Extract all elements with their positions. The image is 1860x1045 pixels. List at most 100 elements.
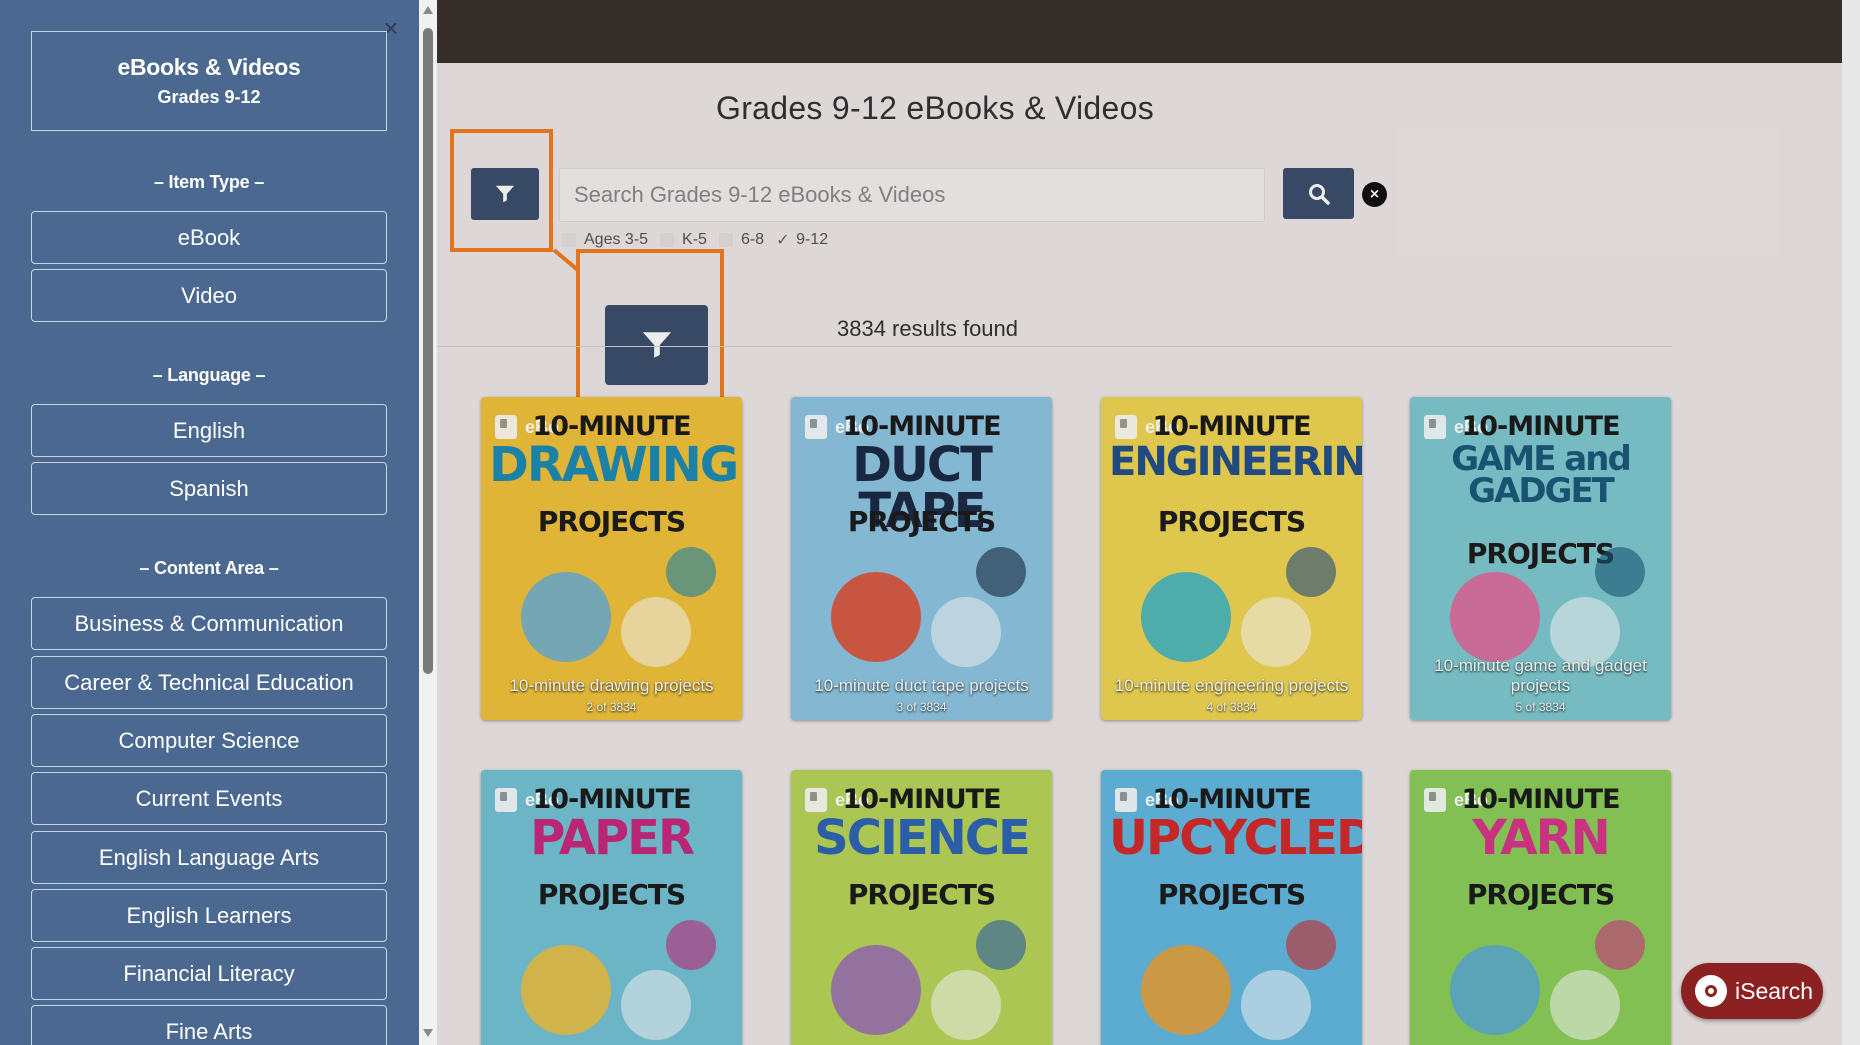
checkbox[interactable] xyxy=(660,233,675,247)
book-counter: 5 of 3834 xyxy=(1515,700,1566,714)
section-heading-item-type: – Item Type – xyxy=(153,172,265,192)
book-card[interactable]: eBo 10-MINUTE GAME and GADGET PROJECTS 10-mi… xyxy=(1410,397,1671,720)
book-title: 10-minute duct tape projects xyxy=(814,676,1029,695)
cover-art xyxy=(1141,572,1231,662)
cover-art xyxy=(521,945,611,1035)
filter-icon xyxy=(642,332,671,358)
sidebar-item-ebook[interactable]: eBook xyxy=(31,211,387,264)
cover-art xyxy=(1550,970,1620,1040)
book-title: 10-minute game and gadget projects xyxy=(1434,656,1647,695)
sidebar-item-computer-science[interactable]: Computer Science xyxy=(31,714,387,767)
cover-title: UPCYCLED xyxy=(1109,810,1362,866)
isearch-logo-icon xyxy=(1695,975,1727,1007)
page-title: Grades 9-12 eBooks & Videos xyxy=(716,90,1154,126)
book-card[interactable]: eBo10-MINUTEUPCYCLEDPROJECTS10-minute up… xyxy=(1101,770,1362,1045)
grade-filter-k-5[interactable]: K-5 xyxy=(660,231,707,249)
sidebar-item-current-events[interactable]: Current Events xyxy=(31,772,387,825)
book-card[interactable]: eBo10-MINUTESCIENCEPROJECTS10-minute sci… xyxy=(791,770,1052,1045)
book-card[interactable]: eBo10-MINUTEYARNPROJECTS10-minute yarn p… xyxy=(1410,770,1671,1045)
book-card[interactable]: eBo10-MINUTEPAPERPROJECTS10-minute paper… xyxy=(481,770,742,1045)
scrollbar-thumb[interactable] xyxy=(423,28,433,674)
cover-title: PAPER xyxy=(530,810,695,866)
sidebar-item-spanish[interactable]: Spanish xyxy=(31,462,387,515)
sidebar-item-fine-arts[interactable]: Fine Arts xyxy=(31,1005,387,1045)
cover-art xyxy=(1286,920,1336,970)
cover-art xyxy=(1241,970,1311,1040)
cover-art xyxy=(1450,572,1540,662)
sidebar-item-financial-literacy[interactable]: Financial Literacy xyxy=(31,947,387,1000)
grade-filter-6-8[interactable]: 6-8 xyxy=(718,231,765,249)
top-bar xyxy=(437,0,1842,63)
filter-button[interactable] xyxy=(471,168,539,220)
cover-art xyxy=(976,920,1026,970)
cover-art xyxy=(1450,945,1540,1035)
book-card[interactable]: eBo10-MINUTEENGINEERINGPROJECTS10-minute… xyxy=(1101,397,1362,720)
cover-art xyxy=(1141,945,1231,1035)
grade-filter-label: 6-8 xyxy=(740,231,765,248)
grade-filter-ages-3-5[interactable]: Ages 3-5 xyxy=(562,231,648,249)
grade-filter-label: Ages 3-5 xyxy=(584,231,649,248)
page-gutter xyxy=(1842,0,1860,1045)
checkmark-icon[interactable]: ✓ xyxy=(776,230,790,250)
filter-icon xyxy=(495,185,515,203)
grade-filter-9-12[interactable]: ✓ 9-12 xyxy=(776,230,828,250)
sidebar-subtitle: Grades 9-12 xyxy=(157,87,261,107)
filter-button-zoomed[interactable] xyxy=(605,305,708,385)
grade-filter-label: K-5 xyxy=(682,231,707,248)
cover-art xyxy=(831,572,921,662)
cover-art xyxy=(1241,597,1311,667)
sidebar-item-english[interactable]: English xyxy=(31,404,387,457)
sidebar-item-business-communication[interactable]: Business & Communication xyxy=(31,597,387,650)
sidebar-item-english-learners[interactable]: English Learners xyxy=(31,889,387,942)
divider xyxy=(437,346,1672,347)
checkbox[interactable] xyxy=(718,233,733,247)
checkbox[interactable] xyxy=(562,233,576,247)
cover-series: 10-MINUTE xyxy=(1461,411,1620,442)
cover-subtitle: PROJECTS xyxy=(537,505,686,538)
book-counter: 2 of 3834 xyxy=(586,700,637,714)
sidebar-item-video[interactable]: Video xyxy=(31,269,387,322)
close-circle-icon: × xyxy=(1369,185,1380,203)
sidebar-header[interactable]: eBooks & Videos Grades 9-12 xyxy=(31,31,387,131)
scroll-down-arrow-icon[interactable] xyxy=(423,1029,433,1037)
search-button[interactable] xyxy=(1283,168,1354,219)
cover-subtitle: PROJECTS xyxy=(1157,505,1306,538)
scroll-up-arrow-icon[interactable] xyxy=(423,6,433,14)
book-title: 10-minute engineering projects xyxy=(1114,676,1349,695)
clear-search-button[interactable]: × xyxy=(1362,182,1387,207)
isearch-label: iSearch xyxy=(1735,977,1813,1004)
cover-subtitle: PROJECTS xyxy=(537,878,686,911)
filter-sidebar: × eBooks & Videos Grades 9-12 – Item Typ… xyxy=(0,0,419,1045)
cover-art xyxy=(1286,547,1336,597)
book-card[interactable]: eBo 10-MINUTE DRAWING PROJECTS 10-minute dra… xyxy=(481,397,742,720)
cover-art xyxy=(1595,920,1645,970)
cover-art xyxy=(621,597,691,667)
cover-title: DRAWING xyxy=(489,437,739,493)
cover-title: GAME and GADGET xyxy=(1451,439,1632,512)
cover-art xyxy=(1595,547,1645,597)
cover-title: SCIENCE xyxy=(814,810,1031,866)
isearch-button[interactable]: iSearch xyxy=(1681,963,1823,1019)
cover-art xyxy=(831,945,921,1035)
search-icon xyxy=(1308,183,1330,205)
cover-art xyxy=(521,572,611,662)
section-heading-content-area: – Content Area – xyxy=(139,558,279,578)
grade-filter-label: 9-12 xyxy=(796,231,829,248)
cover-art xyxy=(931,970,1001,1040)
cover-series: 10-MINUTE xyxy=(1152,411,1311,442)
sidebar-item-english-language-arts[interactable]: English Language Arts xyxy=(31,831,387,884)
cover-art xyxy=(666,547,716,597)
book-counter: 4 of 3834 xyxy=(1206,700,1257,714)
book-card[interactable]: eBo 10-MINUTE DUCT TAPE PROJECTS 10-minute d… xyxy=(791,397,1052,720)
sidebar-item-career-technical-education[interactable]: Career & Technical Education xyxy=(31,656,387,709)
book-counter: 3 of 3834 xyxy=(896,700,947,714)
cover-subtitle: PROJECTS xyxy=(1157,878,1306,911)
results-count: 3834 results found xyxy=(837,316,1019,341)
cover-art xyxy=(931,597,1001,667)
search-input[interactable] xyxy=(559,168,1265,222)
cover-art xyxy=(976,547,1026,597)
cover-title: YARN xyxy=(1472,810,1610,866)
section-heading-language: – Language – xyxy=(152,365,266,385)
cover-subtitle: PROJECTS xyxy=(847,505,996,538)
cover-art xyxy=(666,920,716,970)
